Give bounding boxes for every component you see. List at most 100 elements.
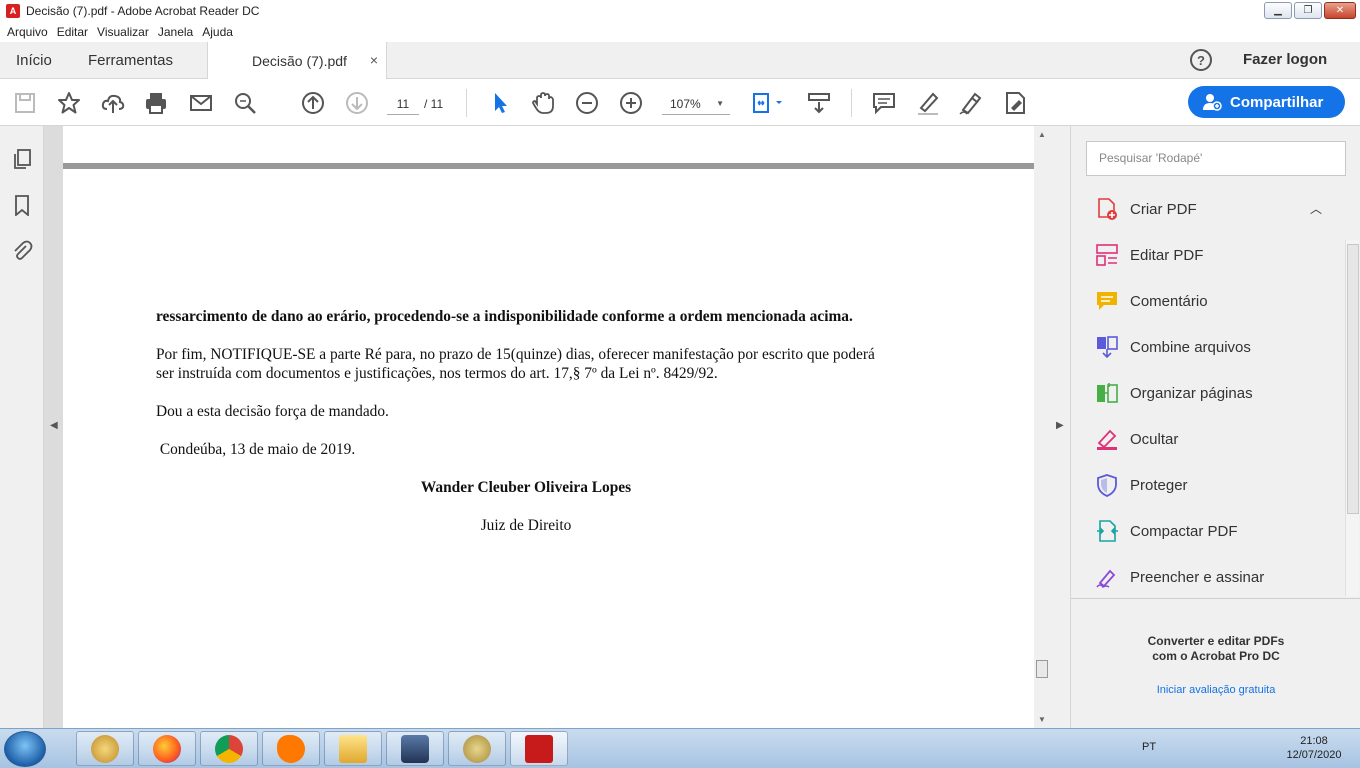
taskbar-firefox[interactable] (138, 731, 196, 766)
hand-tool-icon[interactable] (530, 90, 556, 116)
acrobat-icon (525, 734, 553, 763)
save-icon[interactable] (12, 90, 38, 116)
scroll-up-icon[interactable]: ▲ (1038, 130, 1046, 139)
tool-compress-pdf[interactable]: Compactar PDF (1086, 508, 1336, 554)
tools-scroll-thumb[interactable] (1347, 244, 1359, 514)
scroll-mode-icon[interactable] (806, 90, 832, 116)
tool-label: Comentário (1130, 292, 1208, 310)
tool-label: Preencher e assinar (1130, 568, 1265, 586)
print-icon[interactable] (143, 90, 169, 116)
tools-scrollbar[interactable] (1345, 240, 1359, 596)
start-button[interactable] (4, 731, 46, 767)
email-icon[interactable] (188, 90, 214, 116)
scroll-down-icon[interactable]: ▼ (1038, 715, 1046, 724)
keys-icon (463, 734, 491, 763)
tool-create-pdf[interactable]: Criar PDF ︿ (1086, 186, 1336, 232)
paint-palette-icon (91, 734, 119, 763)
search-icon[interactable] (232, 90, 258, 116)
tool-combine-files[interactable]: Combine arquivos (1086, 324, 1336, 370)
toolbar-divider (466, 89, 467, 117)
previous-page-icon[interactable] (300, 90, 326, 116)
window-title: Decisão (7).pdf - Adobe Acrobat Reader D… (26, 4, 260, 18)
menu-ajuda[interactable]: Ajuda (202, 25, 233, 39)
windows-taskbar: PT 21:08 12/07/2020 (0, 728, 1360, 768)
tool-comment[interactable]: Comentário (1086, 278, 1336, 324)
document-scrollbar[interactable]: ▲ ▼ (1034, 126, 1050, 728)
scroll-thumb[interactable] (1036, 660, 1048, 678)
clock[interactable]: 21:08 12/07/2020 (1276, 734, 1352, 762)
taskbar-acrobat[interactable] (510, 731, 568, 766)
page-top-border (63, 163, 1034, 169)
taskbar-app[interactable] (386, 731, 444, 766)
system-tray: PT 21:08 12/07/2020 (1140, 729, 1360, 768)
menu-editar[interactable]: Editar (57, 25, 88, 39)
taskbar-avast[interactable] (262, 731, 320, 766)
page-total: / 11 (424, 97, 444, 111)
comment-icon (1095, 289, 1119, 313)
chevron-down-icon: ▼ (716, 99, 724, 108)
tool-organize-pages[interactable]: Organizar páginas (1086, 370, 1336, 416)
maximize-button[interactable]: ❐ (1294, 2, 1322, 19)
fill-sign-icon[interactable] (1002, 90, 1028, 116)
clock-date: 12/07/2020 (1286, 749, 1342, 761)
next-page-icon[interactable] (344, 90, 370, 116)
zoom-out-icon[interactable] (574, 90, 600, 116)
tool-edit-pdf[interactable]: Editar PDF (1086, 232, 1336, 278)
fit-page-icon[interactable] (750, 90, 786, 116)
attachment-icon[interactable] (11, 240, 33, 262)
upload-cloud-icon[interactable] (100, 90, 126, 116)
login-button[interactable]: Fazer logon (1243, 51, 1327, 68)
promo-line-1: Converter e editar PDFs (1147, 634, 1285, 648)
comment-icon[interactable] (871, 90, 897, 116)
toolbar: 11 / 11 107% ▼ Compartilhar (0, 79, 1360, 126)
fill-sign-icon (1095, 565, 1119, 589)
app-icon (401, 734, 429, 763)
tool-label: Proteger (1130, 476, 1188, 494)
sign-pen-icon[interactable] (958, 90, 984, 116)
signer-name: Wander Cleuber Oliveira Lopes (420, 479, 632, 496)
tool-label: Criar PDF (1130, 200, 1197, 218)
highlight-pen-icon[interactable] (915, 90, 941, 116)
chevron-up-icon[interactable]: ︿ (1310, 200, 1322, 217)
page-number-input[interactable]: 11 (387, 93, 419, 115)
help-icon[interactable]: ? (1190, 49, 1212, 71)
minimize-button[interactable]: ▁ (1264, 2, 1292, 19)
tab-home[interactable]: Início (16, 42, 52, 79)
compress-pdf-icon (1095, 519, 1119, 543)
page-thumbnails-icon[interactable] (11, 148, 33, 170)
bookmark-icon[interactable] (11, 194, 33, 217)
chrome-icon (215, 734, 243, 763)
tool-protect[interactable]: Proteger (1086, 462, 1336, 508)
taskbar-keys[interactable] (448, 731, 506, 766)
tab-document[interactable]: Decisão (7).pdf × (207, 42, 387, 80)
taskbar-paint[interactable] (76, 731, 134, 766)
paragraph-4: Condeúba, 13 de maio de 2019. (156, 441, 356, 458)
language-indicator[interactable]: PT (1142, 741, 1156, 753)
zoom-in-icon[interactable] (618, 90, 644, 116)
menu-visualizar[interactable]: Visualizar (97, 25, 149, 39)
select-cursor-icon[interactable] (487, 90, 513, 116)
collapse-left-panel-icon[interactable]: ◀ (50, 420, 58, 431)
zoom-level-select[interactable]: 107% ▼ (662, 93, 730, 115)
zoom-value: 107% (670, 97, 701, 111)
collapse-right-panel-icon[interactable]: ▶ (1056, 420, 1064, 431)
tab-tools[interactable]: Ferramentas (88, 42, 173, 79)
close-tab-icon[interactable]: × (370, 52, 378, 68)
tool-label: Organizar páginas (1130, 384, 1253, 402)
avast-icon (277, 734, 305, 763)
tool-redact[interactable]: Ocultar (1086, 416, 1336, 462)
page-text: ressarcimento de dano ao erário, procede… (156, 307, 896, 554)
free-trial-link[interactable]: Iniciar avaliação gratuita (1071, 684, 1360, 696)
share-button[interactable]: Compartilhar (1188, 86, 1345, 118)
taskbar-explorer[interactable] (324, 731, 382, 766)
menu-arquivo[interactable]: Arquivo (7, 25, 48, 39)
star-icon[interactable] (56, 90, 82, 116)
share-label: Compartilhar (1230, 93, 1324, 111)
tool-label: Combine arquivos (1130, 338, 1251, 356)
taskbar-chrome[interactable] (200, 731, 258, 766)
menu-janela[interactable]: Janela (158, 25, 193, 39)
tool-fill-sign[interactable]: Preencher e assinar (1086, 554, 1336, 600)
tools-search-input[interactable]: Pesquisar 'Rodapé' (1086, 141, 1346, 176)
close-window-button[interactable]: ✕ (1324, 2, 1356, 19)
firefox-icon (153, 734, 181, 763)
